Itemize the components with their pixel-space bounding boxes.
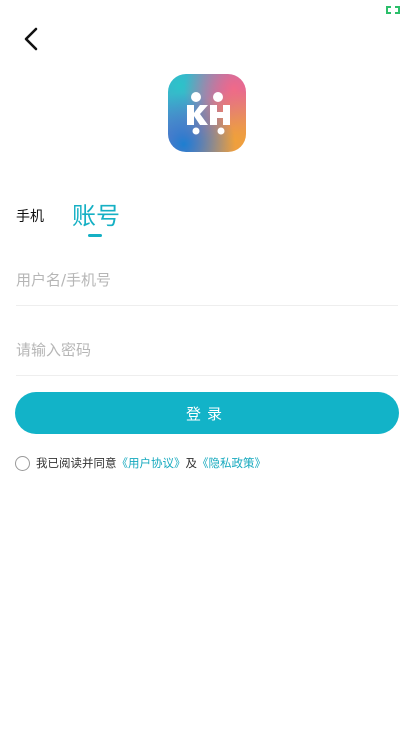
app-logo-icon (187, 92, 230, 135)
username-field (16, 254, 398, 306)
chevron-left-icon (24, 27, 38, 51)
app-logo (168, 74, 246, 152)
password-input[interactable] (16, 324, 398, 375)
privacy-policy-link[interactable]: 《隐私政策》 (197, 455, 266, 471)
tab-active-indicator (88, 234, 102, 237)
username-input[interactable] (16, 254, 398, 305)
agreement-row: 我已阅读并同意 《用户协议》 及 《隐私政策》 (15, 455, 266, 471)
agreement-conjunction: 及 (185, 456, 198, 470)
agree-checkbox[interactable] (15, 455, 30, 471)
login-tabs: 手机 账号 (16, 196, 396, 240)
agreement-text: 我已阅读并同意 (36, 456, 117, 470)
user-agreement-link[interactable]: 《用户协议》 (117, 455, 186, 471)
back-button[interactable] (16, 24, 46, 54)
tab-phone[interactable]: 手机 (16, 206, 44, 226)
battery-icon (386, 6, 400, 14)
tab-account[interactable]: 账号 (72, 196, 120, 231)
password-field (16, 324, 398, 376)
login-button[interactable]: 登录 (15, 392, 399, 434)
